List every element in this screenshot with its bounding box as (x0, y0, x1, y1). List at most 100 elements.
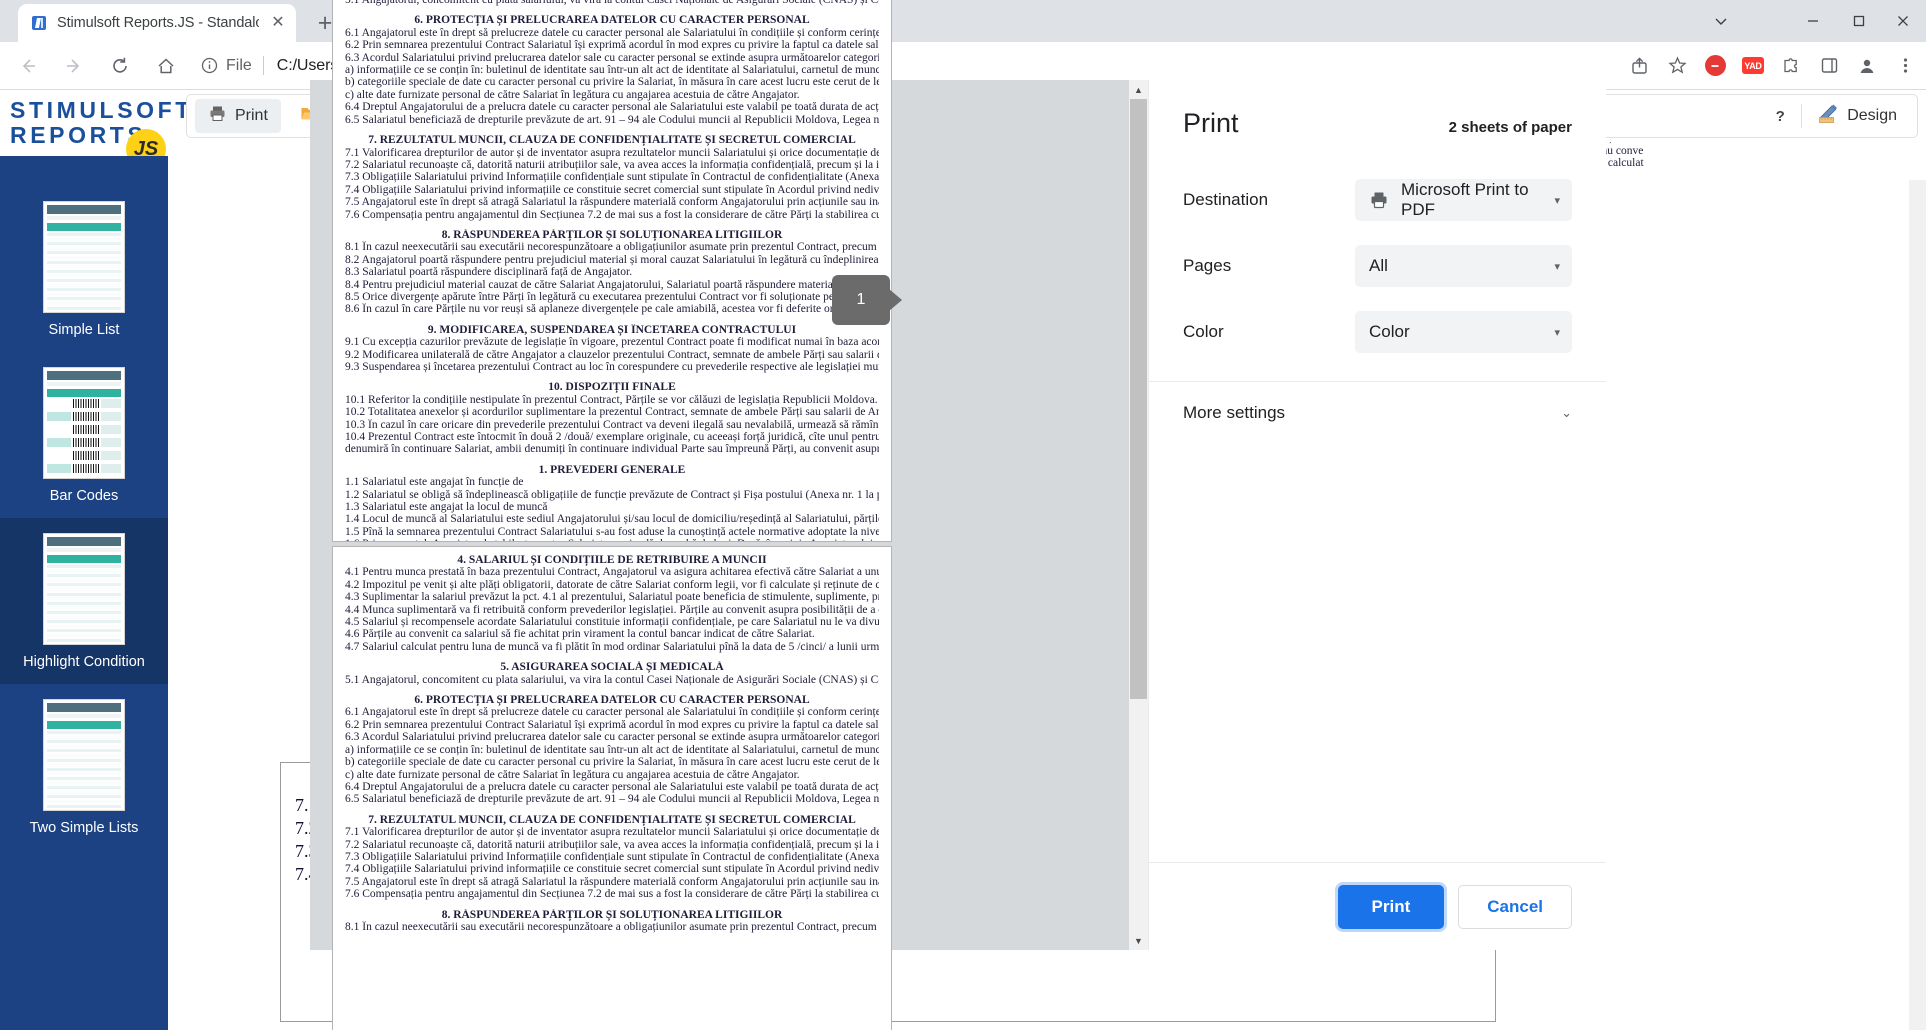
document-text-line: 6.2 Prin semnarea prezentului Contract S… (345, 39, 879, 52)
toolbar-divider (1801, 104, 1803, 128)
printer-icon (208, 104, 227, 128)
document-text-line: 4.5 Salariul și recompensele acordate Sa… (345, 616, 879, 629)
cancel-button[interactable]: Cancel (1458, 884, 1572, 929)
color-label: Color (1183, 322, 1224, 341)
report-thumbnail (43, 699, 125, 811)
design-button-label: Design (1847, 107, 1897, 124)
forward-button-icon[interactable] (56, 48, 92, 84)
site-info-icon[interactable] (196, 53, 222, 79)
sidebar-item-label: Two Simple Lists (29, 820, 139, 836)
pages-label: Pages (1183, 256, 1232, 275)
tab-search-chevron-icon[interactable] (1698, 0, 1744, 42)
more-settings-toggle[interactable]: More settings ⌄ (1149, 382, 1606, 444)
reports-sidebar: Simple List Bar Codes Highlight Conditio… (0, 156, 168, 1030)
profile-avatar-icon[interactable] (1850, 49, 1884, 83)
document-text-line: 1.5 Pînă la semnarea prezentului Contrac… (345, 525, 879, 538)
more-settings-label: More settings (1183, 403, 1286, 422)
document-text-line: 6.2 Prin semnarea prezentului Contract S… (345, 718, 879, 731)
chevron-down-icon: ▾ (1554, 260, 1560, 273)
print-preview-pane: 4.4 Munca suplimentară va fi retribuită … (310, 0, 1148, 1030)
document-text-line: b) categoriile speciale de date cu carac… (345, 76, 879, 89)
document-heading: 9. MODIFICAREA, SUSPENDAREA ȘI ÎNCETAREA… (427, 323, 797, 336)
document-text-line: 9.1 Cu excepția cazurilor prevăzute de l… (345, 336, 879, 349)
preview-scroll-down-icon[interactable]: ▼ (1129, 931, 1148, 950)
bookmark-star-icon[interactable] (1660, 49, 1694, 83)
reload-button-icon[interactable] (102, 48, 138, 84)
design-button[interactable]: Design (1806, 104, 1909, 129)
document-text-line: a) informațiile ce se conțin în: buletin… (345, 64, 879, 77)
printer-icon (1369, 190, 1389, 210)
page-number-badge: 1 (832, 275, 902, 325)
sheets-of-paper-label: 2 sheets of paper (1448, 119, 1572, 136)
print-confirm-button[interactable]: Print (1337, 884, 1445, 929)
sidebar-item-highlight-condition[interactable]: Highlight Condition (0, 518, 168, 684)
document-text-line: 7.1 Valorificarea drepturilor de autor ș… (345, 826, 879, 839)
page-scrollbar[interactable] (1909, 180, 1926, 1030)
adblock-icon[interactable] (1698, 49, 1732, 83)
print-button-label: Print (235, 107, 268, 124)
yandex-badge-label: YAD (1742, 57, 1764, 74)
preview-scroll-thumb[interactable] (1130, 99, 1147, 699)
document-text-line: 7.3 Obligațiile Salariatului privind Inf… (345, 171, 879, 184)
sidebar-item-two-simple-lists[interactable]: Two Simple Lists (0, 684, 168, 850)
document-text-line: 7.4 Obligațiile Salariatului privind inf… (345, 863, 879, 876)
document-text-line: 1.3 Salariatul este angajat la locul de … (345, 501, 548, 514)
sidebar-item-bar-codes[interactable]: Bar Codes (0, 352, 168, 518)
document-text-line: 6.3 Acordul Salariatului privind prelucr… (345, 731, 879, 744)
color-select[interactable]: Color ▾ (1355, 311, 1572, 353)
document-heading: 4. SALARIUL ȘI CONDIȚIILE DE RETRIBUIRE … (457, 554, 767, 566)
browser-tab-strip: Stimulsoft Reports.JS - Standalon ✕ + (0, 0, 1926, 42)
setting-row-pages: Pages All ▾ (1183, 233, 1572, 299)
browser-menu-icon[interactable] (1888, 49, 1922, 83)
share-icon[interactable] (1622, 49, 1656, 83)
preview-page-2: 4. SALARIUL ȘI CONDIȚIILE DE RETRIBUIRE … (332, 546, 892, 1030)
ruler-pencil-icon (1818, 104, 1839, 129)
close-window-button[interactable] (1880, 0, 1926, 42)
maximize-window-button[interactable] (1836, 0, 1882, 42)
document-text-line: 9.3 Suspendarea și încetarea prezentului… (345, 361, 879, 373)
document-text-line: 5.1 Angajatorul, concomitent cu plata sa… (345, 673, 879, 686)
document-text-line: 7.2 Salariatul recunoaște că, datorită n… (345, 838, 879, 851)
document-text-line: 4.7 Salariul calculat (1552, 157, 1644, 170)
print-dialog-footer: Print Cancel (1149, 862, 1606, 950)
document-text-line: 6.4 Dreptul Angajatorului de a prelucra … (345, 780, 879, 793)
side-panel-icon[interactable] (1812, 49, 1846, 83)
destination-select[interactable]: Microsoft Print to PDF ▾ (1355, 179, 1572, 221)
document-text-line: 6.3 Acordul Salariatului privind prelucr… (345, 51, 879, 64)
home-button-icon[interactable] (148, 48, 184, 84)
preview-scrollbar[interactable]: ▲ ▼ (1129, 80, 1148, 950)
document-text-line: 7.6 Compensația pentru angajamentul din … (345, 208, 879, 221)
document-text-line: 1.4 Locul de muncă al Salariatului este … (345, 513, 879, 526)
document-text-line: 10.2 Totalitatea anexelor și acordurilor… (345, 406, 879, 419)
help-button[interactable]: ? (1763, 108, 1797, 125)
print-dialog-title: Print (1183, 108, 1239, 138)
minimize-window-button[interactable] (1790, 0, 1836, 42)
preview-scroll-up-icon[interactable]: ▲ (1129, 80, 1148, 99)
document-text-line: 4.2 Impozitul pe venit și alte plăți obl… (345, 578, 879, 591)
url-scheme-label: File (226, 56, 252, 74)
document-text-line: 1.1 Salariatul este angajat în funcție d… (345, 476, 524, 489)
yandex-extension-icon[interactable]: YAD (1736, 49, 1770, 83)
setting-row-destination: Destination Microsoft Print to PDF ▾ (1183, 167, 1572, 233)
report-thumbnail (43, 367, 125, 479)
print-button[interactable]: Print (195, 99, 281, 133)
document-text-line: 5.1 Angajatorul, concomitent cu plata sa… (345, 0, 879, 7)
document-heading: 1. PREVEDERI GENERALE (538, 463, 686, 476)
browser-tab[interactable]: Stimulsoft Reports.JS - Standalon ✕ (18, 4, 296, 42)
chevron-down-icon: ▾ (1554, 194, 1560, 207)
preview-page-1: 4.4 Munca suplimentară va fi retribuită … (332, 0, 892, 542)
back-button-icon[interactable] (10, 48, 46, 84)
close-tab-icon[interactable]: ✕ (268, 13, 288, 33)
pages-select[interactable]: All ▾ (1355, 245, 1572, 287)
document-text-line: 6.1 Angajatorul este în drept să prelucr… (345, 706, 879, 719)
report-thumbnail (43, 201, 125, 313)
extensions-puzzle-icon[interactable] (1774, 49, 1808, 83)
document-heading: 8. RĂSPUNDEREA PĂRȚILOR ȘI SOLUȚIONAREA … (441, 228, 783, 241)
document-text-line: 8.3 Salariatul poartă răspundere discipl… (345, 266, 633, 279)
sidebar-item-simple-list[interactable]: Simple List (0, 156, 168, 352)
browser-tab-title: Stimulsoft Reports.JS - Standalon (57, 15, 259, 31)
document-text-line: 7.5 Angajatorul este în drept să atragă … (345, 196, 879, 209)
document-heading: 7. REZULTATUL MUNCII, CLAUZA DE CONFIDEN… (368, 134, 856, 147)
document-text-line: 6.4 Dreptul Angajatorului de a prelucra … (345, 101, 879, 114)
document-text-line: a) informațiile ce se conțin în: buletin… (345, 743, 879, 756)
